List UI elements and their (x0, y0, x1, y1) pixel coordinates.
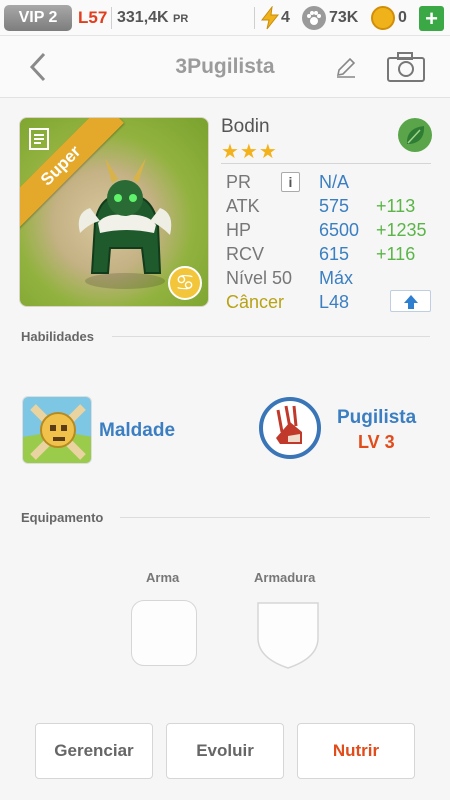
abilities-heading: Habilidades (21, 329, 94, 344)
paw-icon (302, 6, 326, 30)
player-level: L57 (78, 8, 108, 27)
armor-slot[interactable] (255, 600, 321, 670)
power-unit: PR (173, 13, 189, 25)
stat-label-zodiac: Câncer (226, 292, 285, 312)
vip-badge[interactable]: VIP 2 (4, 5, 72, 31)
add-coins-button[interactable]: + (419, 6, 444, 31)
weapon-slot[interactable] (131, 600, 197, 666)
feed-button[interactable]: Nutrir (297, 723, 415, 779)
divider (111, 7, 112, 29)
stat-label-level: Nível 50 (226, 268, 293, 288)
skill-pugilista-level: LV 3 (358, 432, 395, 452)
stat-bonus-atk: +113 (376, 196, 416, 216)
skill-maldade-icon[interactable] (22, 396, 92, 464)
divider (221, 163, 431, 164)
zodiac-cancer-icon: ♋ (168, 266, 202, 300)
header: 3Pugilista (0, 36, 450, 98)
stat-label-pr: PR (226, 172, 252, 192)
stat-label-atk: ATK (226, 196, 260, 216)
stat-bonus-hp: +1235 (376, 220, 427, 240)
stat-label-rcv: RCV (226, 244, 265, 264)
stat-value-level: Máx (319, 268, 354, 288)
divider (254, 7, 255, 29)
slot-label-armor: Armadura (254, 570, 316, 585)
pet-name: Bodin (221, 116, 270, 137)
coin-icon (371, 6, 395, 30)
document-icon (29, 128, 49, 150)
equipment-heading: Equipamento (21, 510, 104, 525)
stat-bonus-rcv: +116 (376, 244, 416, 264)
edit-icon[interactable] (334, 56, 358, 80)
pet-figure-image (78, 158, 172, 289)
skill-pugilista-icon[interactable] (258, 396, 322, 460)
skill-pugilista-name[interactable]: Pugilista (337, 407, 416, 429)
manage-button[interactable]: Gerenciar (35, 723, 153, 779)
status-bar: VIP 2 L57 331,4K PR 4 73K 0 + (0, 0, 450, 36)
camera-icon[interactable] (386, 51, 426, 83)
paw-count: 73K (329, 9, 359, 26)
arrow-up-icon (404, 295, 418, 309)
stat-value-pr: N/A (319, 172, 350, 192)
leaf-icon (398, 118, 432, 152)
skill-maldade-name[interactable]: Maldade (99, 420, 175, 442)
slot-label-weapon: Arma (146, 570, 180, 585)
divider (120, 517, 430, 518)
pet-portrait[interactable]: Super ♋ (19, 117, 209, 307)
evolve-button[interactable]: Evoluir (166, 723, 284, 779)
stat-value-hp: 6500 (319, 220, 360, 240)
page-title: 3Pugilista (175, 55, 275, 78)
stat-value-atk: 575 (319, 196, 350, 216)
info-button[interactable]: i (281, 172, 300, 192)
stat-value-zodiac: L48 (319, 292, 350, 312)
stat-label-hp: HP (226, 220, 252, 240)
lightning-icon (260, 6, 280, 30)
power-value: 331,4K (117, 9, 169, 26)
power-rating: 331,4K PR (117, 9, 188, 27)
energy-count: 4 (281, 9, 290, 26)
divider (112, 336, 430, 337)
upgrade-button[interactable] (390, 290, 431, 312)
stat-value-rcv: 615 (319, 244, 350, 264)
star-rating: ★★★ (221, 141, 278, 163)
coin-count: 0 (398, 9, 407, 26)
